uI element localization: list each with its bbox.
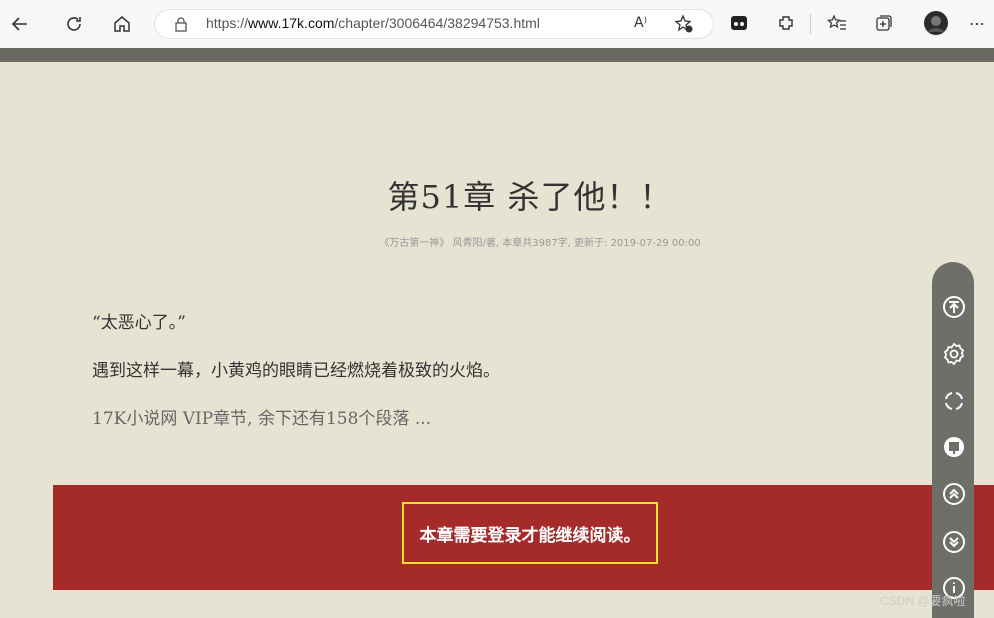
paragraph: 遇到这样一幕，小黄鸡的眼睛已经燃烧着极致的火焰。	[92, 361, 500, 381]
lock-icon[interactable]	[174, 16, 188, 36]
read-aloud-icon[interactable]: A⁾	[634, 15, 647, 31]
address-bar[interactable]: https://www.17k.com/chapter/3006464/3829…	[154, 9, 714, 39]
settings-icon[interactable]	[941, 341, 967, 367]
url-host: www.17k.com	[248, 15, 335, 31]
prev-chapter-icon[interactable]	[941, 481, 967, 507]
more-icon[interactable]: ⋯	[966, 12, 988, 34]
reader-mode-icon[interactable]	[941, 434, 967, 460]
chapter-meta: 《万古第一神》 风青阳/著, 本章共3987字, 更新于: 2019-07-29…	[379, 238, 701, 249]
add-favorite-icon[interactable]	[674, 14, 694, 38]
favorites-icon[interactable]	[826, 12, 848, 34]
back-icon[interactable]	[6, 10, 34, 38]
home-icon[interactable]	[108, 10, 136, 38]
scroll-top-icon[interactable]	[941, 294, 967, 320]
toolbar-divider	[810, 14, 811, 34]
chapter-title: 第51章 杀了他！！	[387, 178, 673, 216]
url-path: /chapter/3006464/38294753.html	[334, 15, 540, 31]
profile-icon[interactable]	[923, 10, 949, 36]
login-prompt-button[interactable]: 本章需要登录才能继续阅读。	[402, 502, 658, 564]
vip-notice: 17K小说网 VIP章节, 余下还有158个段落 ...	[92, 409, 432, 429]
url-text: https://www.17k.com/chapter/3006464/3829…	[206, 15, 540, 31]
paragraph: “太恶心了。”	[92, 313, 186, 333]
refresh-icon[interactable]	[60, 10, 88, 38]
browser-toolbar: https://www.17k.com/chapter/3006464/3829…	[0, 0, 994, 49]
site-nav-strip	[0, 48, 994, 62]
extensions-icon[interactable]	[775, 12, 797, 34]
next-chapter-icon[interactable]	[941, 529, 967, 555]
tab-groups-icon[interactable]	[873, 12, 895, 34]
fullscreen-icon[interactable]	[941, 388, 967, 414]
watermark: CSDN @要疯啦	[880, 594, 966, 608]
url-prefix: https://	[206, 15, 249, 31]
collections-icon[interactable]	[728, 12, 750, 34]
